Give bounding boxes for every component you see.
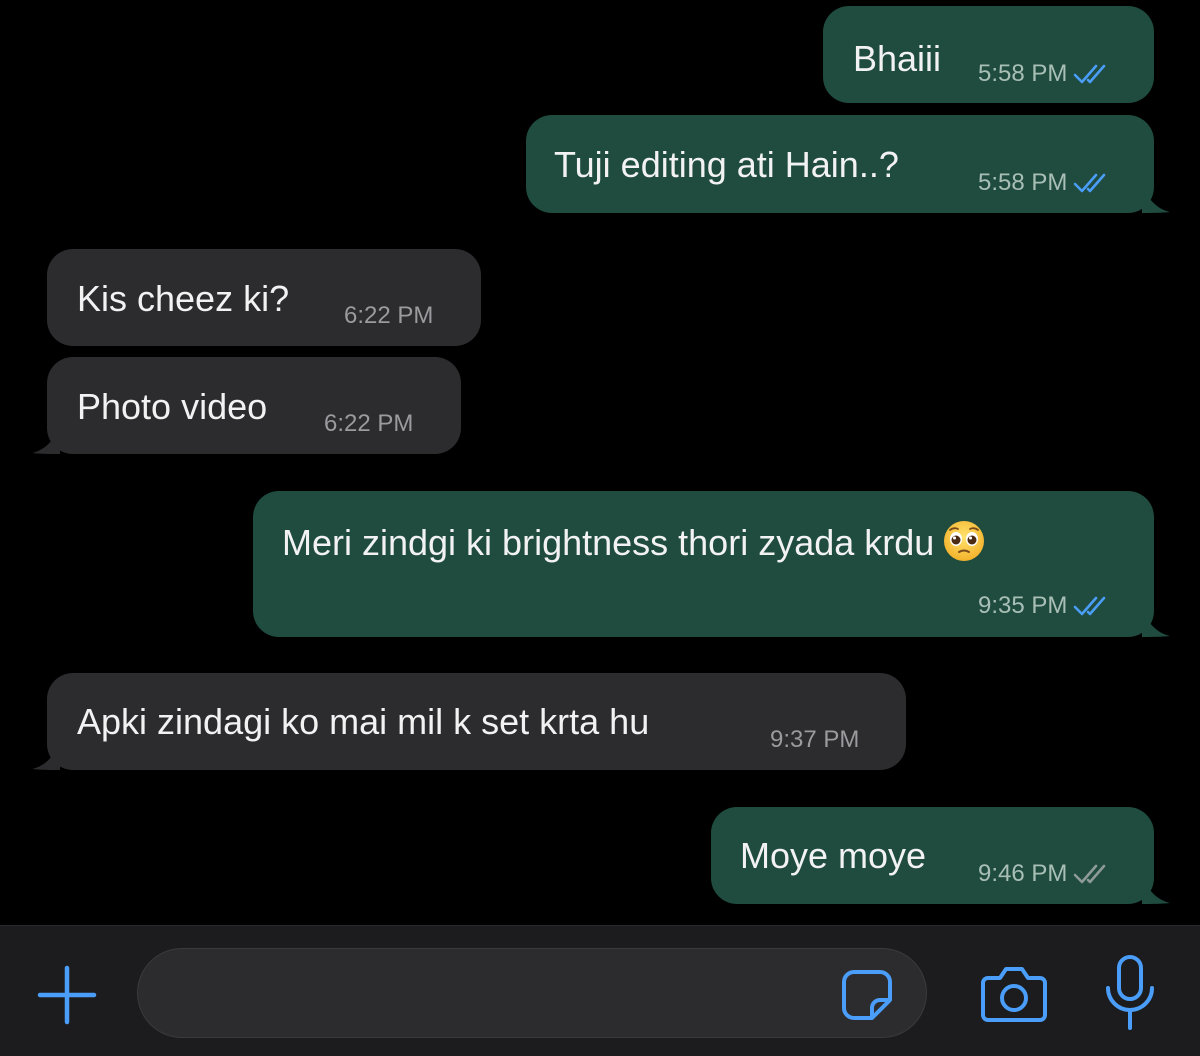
- sticker-icon[interactable]: [840, 968, 894, 1022]
- message-meta: 9:35 PM: [978, 592, 1107, 620]
- message-bubble-incoming[interactable]: Apki zindagi ko mai mil k set krta hu 9:…: [47, 673, 906, 770]
- bubble-tail: [1142, 183, 1170, 213]
- message-text: Meri zindgi ki brightness thori zyada kr…: [282, 519, 986, 564]
- message-text-content: Meri zindgi ki brightness thori zyada kr…: [282, 522, 935, 563]
- chat-thread: Bhaiii 5:58 PM Tuji editing ati Hain..? …: [0, 0, 1200, 925]
- message-text: Tuji editing ati Hain..?: [554, 144, 899, 185]
- message-meta: 9:37 PM: [770, 726, 859, 754]
- camera-icon[interactable]: [980, 964, 1048, 1024]
- message-text: Kis cheez ki?: [77, 278, 290, 319]
- message-time: 5:58 PM: [978, 60, 1068, 87]
- message-bubble-incoming[interactable]: Kis cheez ki? 6:22 PM: [47, 249, 481, 346]
- read-ticks-icon: [1074, 173, 1106, 193]
- message-meta: 6:22 PM: [344, 302, 433, 330]
- message-bubble-outgoing[interactable]: Bhaiii 5:58 PM: [823, 6, 1154, 103]
- message-text: Moye moye: [740, 835, 927, 876]
- message-meta: 6:22 PM: [324, 410, 413, 438]
- message-meta: 9:46 PM: [978, 860, 1107, 888]
- plus-icon[interactable]: [36, 964, 98, 1026]
- message-meta: 5:58 PM: [978, 169, 1107, 197]
- message-text: Bhaiii: [853, 38, 942, 79]
- message-time: 9:37 PM: [770, 726, 860, 753]
- message-bubble-outgoing[interactable]: Tuji editing ati Hain..? 5:58 PM: [526, 115, 1154, 213]
- message-time: 6:22 PM: [324, 410, 414, 437]
- message-bubble-outgoing[interactable]: Moye moye 9:46 PM: [711, 807, 1154, 904]
- microphone-icon[interactable]: [1102, 954, 1158, 1032]
- read-ticks-icon: [1074, 596, 1106, 616]
- bubble-tail: [1142, 874, 1170, 904]
- message-time: 9:35 PM: [978, 592, 1068, 619]
- message-time: 9:46 PM: [978, 860, 1068, 887]
- pleading-face-emoji-icon: [944, 521, 985, 561]
- message-time: 6:22 PM: [344, 302, 434, 329]
- bubble-tail: [32, 424, 60, 454]
- message-meta: 5:58 PM: [978, 60, 1107, 88]
- message-input-box[interactable]: [137, 948, 927, 1038]
- message-input[interactable]: [168, 949, 848, 1037]
- delivered-ticks-icon: [1074, 864, 1106, 884]
- message-bubble-incoming[interactable]: Photo video 6:22 PM: [47, 357, 461, 454]
- bubble-tail: [1142, 607, 1170, 637]
- message-bubble-outgoing[interactable]: Meri zindgi ki brightness thori zyada kr…: [253, 491, 1154, 637]
- message-text: Apki zindagi ko mai mil k set krta hu: [77, 701, 650, 742]
- read-ticks-icon: [1074, 64, 1106, 84]
- message-composer: [0, 925, 1200, 1056]
- message-text: Photo video: [77, 386, 268, 427]
- message-time: 5:58 PM: [978, 169, 1068, 196]
- bubble-tail: [32, 740, 60, 770]
